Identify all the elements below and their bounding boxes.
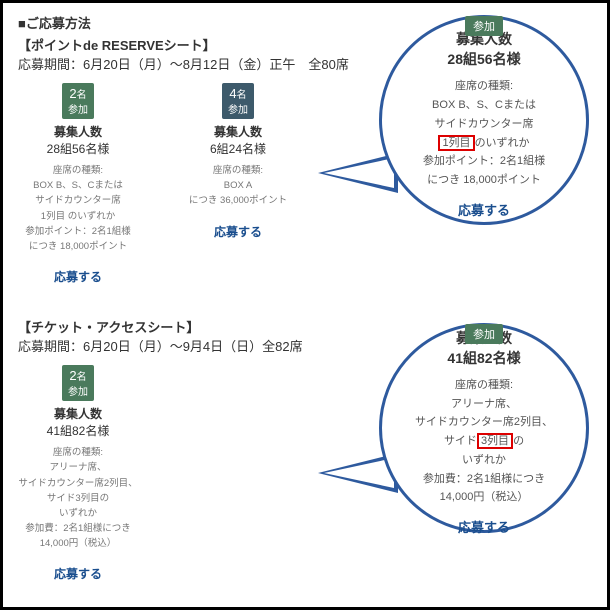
badge-2: 2名参加 (62, 83, 94, 119)
card1-title: 募集人数 (18, 123, 138, 140)
callout1-sub: 28組56名様 (447, 49, 520, 69)
badge-4: 4名参加 (222, 83, 254, 119)
callout1: 参加 募集人数 28組56名様 座席の種類: BOX B、S、Cまたは サイドカ… (379, 15, 589, 225)
callout1-apply[interactable]: 応募する (458, 200, 510, 219)
card1-info: 座席の種類: BOX B、S、Cまたは サイドカウンター席 1列目 のいずれか … (18, 163, 138, 254)
s2card1-title: 募集人数 (18, 405, 138, 422)
callout2-sub: 41組82名様 (447, 348, 520, 368)
s2card1-info: 座席の種類: アリーナ席、 サイドカウンター席2列目、 サイド3列目の いずれか… (18, 445, 138, 551)
sec1-card2: 4名参加 募集人数 6組24名様 座席の種類: BOX A につき 36,000… (178, 83, 298, 285)
card2-title: 募集人数 (178, 123, 298, 140)
card2-sub: 6組24名様 (178, 140, 298, 157)
s2card1-apply[interactable]: 応募する (54, 565, 102, 582)
callout2-badge: 参加 (465, 324, 503, 344)
badge-2b: 2名参加 (62, 365, 94, 401)
callout1-info: 座席の種類: BOX B、S、Cまたは サイドカウンター席 1列目のいずれか 参… (423, 77, 545, 189)
s2card1-sub: 41組82名様 (18, 422, 138, 439)
red-highlight-1: 1列目 (438, 135, 474, 151)
callout2: 参加 募集人数 41組82名様 座席の種類: アリーナ席、 サイドカウンター席2… (379, 323, 589, 533)
card1-sub: 28組56名様 (18, 140, 138, 157)
sec2-card1: 2名参加 募集人数 41組82名様 座席の種類: アリーナ席、 サイドカウンター… (18, 365, 138, 582)
sec1-card1: 2名参加 募集人数 28組56名様 座席の種類: BOX B、S、Cまたは サイ… (18, 83, 138, 285)
card2-info: 座席の種類: BOX A につき 36,000ポイント (178, 163, 298, 209)
callout1-badge: 参加 (465, 16, 503, 36)
card2-apply[interactable]: 応募する (214, 223, 262, 240)
callout2-apply[interactable]: 応募する (458, 517, 510, 536)
callout2-info: 座席の種類: アリーナ席、 サイドカウンター席2列目、 サイド3列目の いずれか… (415, 376, 553, 507)
card1-apply[interactable]: 応募する (54, 268, 102, 285)
red-highlight-2: 3列目 (477, 433, 513, 449)
